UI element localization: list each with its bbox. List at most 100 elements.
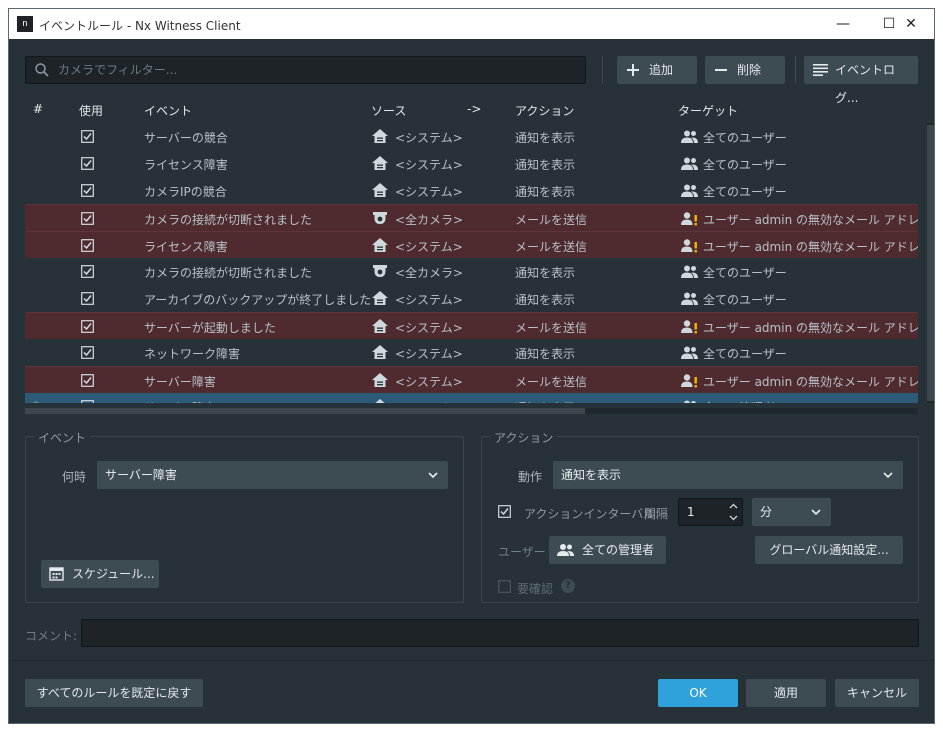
row-action: メールを送信 bbox=[515, 321, 588, 335]
global-notification-settings-button[interactable]: グローバル通知設定... bbox=[755, 536, 903, 564]
table-row[interactable]: サーバーの競合 <システム> 通知を表示 全てのユーザー bbox=[25, 123, 918, 150]
row-source: <全カメラ> bbox=[395, 266, 464, 280]
row-enabled-checkbox[interactable] bbox=[81, 265, 94, 278]
event-group: イベント 何時 サーバー障害 スケジュール... bbox=[25, 429, 464, 603]
apply-button[interactable]: 適用 bbox=[746, 679, 826, 707]
ok-button[interactable]: OK bbox=[658, 679, 738, 707]
row-enabled-checkbox[interactable] bbox=[81, 292, 94, 305]
row-event: サーバーが起動しました bbox=[144, 321, 276, 335]
help-icon[interactable]: ? bbox=[561, 579, 575, 593]
server-icon bbox=[372, 291, 388, 305]
column-header-source[interactable]: ソース bbox=[371, 102, 406, 119]
row-enabled-checkbox[interactable] bbox=[81, 320, 94, 333]
event-rules-window: n イベントルール - Nx Witness Client — ☐ ✕ 追加 削… bbox=[8, 8, 935, 724]
close-button[interactable]: ✕ bbox=[888, 9, 934, 39]
app-logo-icon: n bbox=[17, 16, 33, 32]
toolbar-separator bbox=[602, 56, 603, 84]
server-icon bbox=[372, 319, 388, 333]
vertical-scrollbar-thumb[interactable] bbox=[927, 125, 934, 401]
table-row[interactable]: アーカイブのバックアップが終了しました <システム> 通知を表示 全てのユーザー bbox=[25, 285, 918, 312]
table-row[interactable]: カメラの接続が切断されました <全カメラ> メールを送信 ユーザー admin の無効… bbox=[25, 204, 918, 231]
row-target: 全てのユーザー bbox=[703, 158, 787, 172]
row-action: 通知を表示 bbox=[515, 399, 575, 403]
row-target: 全ての管理者 bbox=[703, 399, 775, 403]
action-type-value: 通知を表示 bbox=[561, 468, 622, 482]
server-icon bbox=[372, 183, 388, 197]
row-target: ユーザー admin の無効なメール アドレス bbox=[703, 321, 918, 335]
table-header: # 使用 イベント ソース -> アクション ターゲット bbox=[25, 95, 918, 123]
search-box[interactable] bbox=[25, 56, 586, 84]
row-event: アーカイブのバックアップが終了しました bbox=[144, 293, 372, 307]
user-warning-icon bbox=[681, 211, 699, 226]
row-enabled-checkbox[interactable] bbox=[81, 374, 94, 387]
row-enabled-checkbox[interactable] bbox=[81, 157, 94, 170]
row-enabled-checkbox[interactable] bbox=[81, 239, 94, 252]
users-select-value: 全ての管理者 bbox=[582, 543, 655, 557]
row-enabled-checkbox[interactable] bbox=[81, 184, 94, 197]
users-label: ユーザー bbox=[498, 545, 546, 559]
minimize-button[interactable]: — bbox=[820, 9, 866, 39]
action-group: アクション 動作 通知を表示 アクションインターバル: 間隔 1 分 ユーザー bbox=[481, 429, 919, 603]
table-row[interactable]: サーバーが起動しました <システム> メールを送信 ユーザー admin の無効なメー… bbox=[25, 312, 918, 339]
row-target: 全てのユーザー bbox=[703, 131, 787, 145]
spin-arrows-icon[interactable] bbox=[729, 502, 738, 522]
schedule-button[interactable]: スケジュール... bbox=[41, 560, 159, 588]
event-type-select[interactable]: サーバー障害 bbox=[97, 461, 448, 489]
add-button[interactable]: 追加 bbox=[617, 56, 697, 84]
table-row[interactable]: サーバー障害 <システム> メールを送信 ユーザー admin の無効なメール アドレ… bbox=[25, 366, 918, 393]
horizontal-scrollbar-thumb[interactable] bbox=[25, 408, 585, 414]
chevron-down-icon bbox=[883, 472, 893, 479]
users-icon bbox=[681, 399, 699, 403]
table-row[interactable]: カメラIPの競合 <システム> 通知を表示 全てのユーザー bbox=[25, 177, 918, 204]
server-icon bbox=[372, 399, 388, 403]
title-bar: n イベントルール - Nx Witness Client — ☐ ✕ bbox=[9, 9, 934, 39]
comment-input[interactable] bbox=[81, 619, 919, 647]
action-type-select[interactable]: 通知を表示 bbox=[553, 461, 903, 489]
when-label: 何時 bbox=[62, 470, 87, 484]
row-source: <システム> bbox=[395, 185, 463, 199]
table-row[interactable]: カメラの接続が切断されました <全カメラ> 通知を表示 全てのユーザー bbox=[25, 258, 918, 285]
event-type-value: サーバー障害 bbox=[105, 468, 177, 482]
row-source: <全カメラ> bbox=[395, 213, 464, 227]
event-group-title: イベント bbox=[34, 429, 91, 446]
users-select-button[interactable]: 全ての管理者 bbox=[549, 536, 666, 564]
row-enabled-checkbox[interactable] bbox=[81, 400, 94, 403]
row-source: <システム> bbox=[395, 399, 463, 403]
row-source: <システム> bbox=[395, 240, 463, 254]
row-target: ユーザー admin の無効なメール アドレス bbox=[703, 213, 918, 227]
camera-icon bbox=[372, 264, 388, 278]
acknowledge-checkbox[interactable] bbox=[498, 580, 511, 593]
delete-button[interactable]: 削除 bbox=[705, 56, 785, 84]
row-source: <システム> bbox=[395, 131, 463, 145]
column-header-action[interactable]: アクション bbox=[515, 102, 574, 119]
interval-sub-label: 間隔 bbox=[644, 507, 669, 521]
column-header-target[interactable]: ターゲット bbox=[678, 102, 738, 119]
search-input[interactable] bbox=[58, 57, 578, 83]
row-event: ネットワーク障害 bbox=[144, 347, 241, 361]
users-icon bbox=[681, 345, 699, 360]
interval-checkbox[interactable] bbox=[498, 505, 511, 518]
table-row[interactable]: ライセンス障害 <システム> 通知を表示 全てのユーザー bbox=[25, 150, 918, 177]
users-icon bbox=[681, 291, 699, 306]
event-log-button[interactable]: イベントログ... bbox=[804, 56, 918, 105]
row-source: <システム> bbox=[395, 375, 463, 389]
table-row[interactable]: ネットワーク障害 <システム> 通知を表示 全てのユーザー bbox=[25, 339, 918, 366]
interval-label: アクションインターバル: bbox=[524, 507, 660, 521]
interval-unit-select[interactable]: 分 bbox=[752, 498, 831, 526]
table-row[interactable]: ライセンス障害 <システム> メールを送信 ユーザー admin の無効なメール アド… bbox=[25, 231, 918, 258]
row-target: 全てのユーザー bbox=[703, 347, 787, 361]
cancel-button[interactable]: キャンセル bbox=[835, 679, 919, 707]
column-header-number[interactable]: # bbox=[33, 102, 43, 116]
row-event: ライセンス障害 bbox=[144, 158, 228, 172]
column-header-enabled[interactable]: 使用 bbox=[79, 102, 103, 119]
column-header-event[interactable]: イベント bbox=[144, 102, 192, 119]
interval-spinbox[interactable]: 1 bbox=[678, 498, 743, 526]
row-action: メールを送信 bbox=[515, 375, 588, 389]
row-number: * bbox=[33, 399, 39, 403]
table-row[interactable]: * サーバー障害 <システム> 通知を表示 全ての管理者 bbox=[25, 393, 918, 403]
row-enabled-checkbox[interactable] bbox=[81, 346, 94, 359]
row-enabled-checkbox[interactable] bbox=[81, 212, 94, 225]
row-enabled-checkbox[interactable] bbox=[81, 130, 94, 143]
row-event: サーバー障害 bbox=[144, 399, 216, 403]
reset-default-rules-button[interactable]: すべてのルールを既定に戻す bbox=[25, 679, 203, 707]
